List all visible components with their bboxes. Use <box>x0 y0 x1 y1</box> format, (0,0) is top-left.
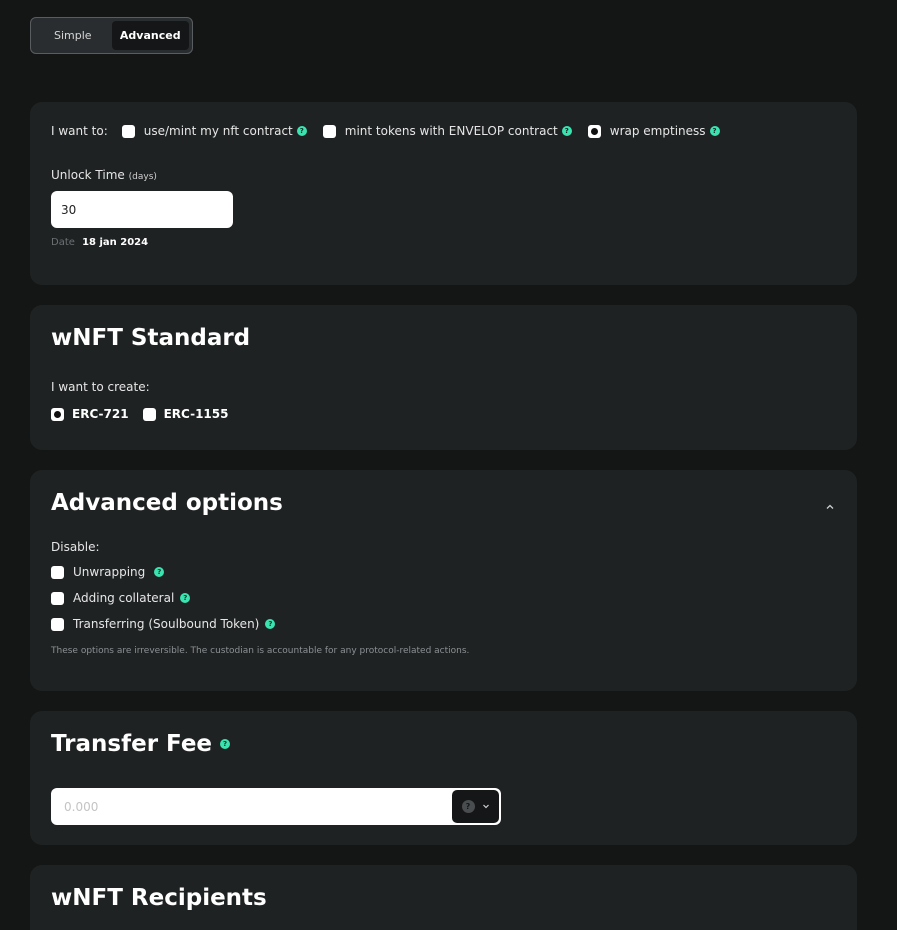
help-icon[interactable]: ? <box>296 126 307 136</box>
transfer-fee-title: Transfer Fee <box>51 731 213 757</box>
help-icon[interactable]: ? <box>265 619 276 629</box>
transfer-fee-title-row: Transfer Fee ? <box>51 731 231 757</box>
erc1155-radio[interactable] <box>142 407 156 421</box>
unwrapping-label: Unwrapping <box>73 565 146 579</box>
erc1155-label: ERC-1155 <box>163 407 229 421</box>
unwrapping-checkbox[interactable] <box>51 565 64 579</box>
chevron-down-icon <box>482 802 490 812</box>
standard-options: ERC-721 ERC-1155 <box>51 407 242 421</box>
help-icon[interactable]: ? <box>561 126 572 136</box>
wnft-recipients-title: wNFT Recipients <box>51 885 267 911</box>
transfer-fee-field: 0.000 ? <box>51 788 501 825</box>
wrap-options-row: I want to: use/mint my nft contract ? mi… <box>51 124 736 138</box>
help-icon[interactable]: ? <box>220 739 231 749</box>
help-icon[interactable]: ? <box>180 593 191 603</box>
option-use-mint[interactable]: use/mint my nft contract ? <box>121 124 307 138</box>
mode-simple-button[interactable]: Simple <box>34 21 112 50</box>
mode-toggle: Simple Advanced <box>30 17 193 54</box>
option-wrap-emptiness[interactable]: wrap emptiness ? <box>587 124 720 138</box>
date-value: 18 jan 2024 <box>82 237 149 248</box>
disable-label: Disable: <box>51 540 100 554</box>
unlock-time-label: Unlock Time (days) <box>51 168 157 182</box>
use-mint-checkbox[interactable] <box>121 124 135 138</box>
option-erc1155[interactable]: ERC-1155 <box>142 407 229 421</box>
wrap-emptiness-label: wrap emptiness <box>609 124 706 138</box>
option-mint-envelop[interactable]: mint tokens with ENVELOP contract ? <box>322 124 572 138</box>
disable-transferring[interactable]: Transferring (Soulbound Token) ? <box>51 617 276 631</box>
erc721-radio[interactable] <box>51 407 64 421</box>
transferring-checkbox[interactable] <box>51 617 64 631</box>
disable-unwrapping[interactable]: Unwrapping ? <box>51 565 165 579</box>
erc721-label: ERC-721 <box>72 407 129 421</box>
wrap-emptiness-radio[interactable] <box>587 124 601 138</box>
transfer-fee-card: Transfer Fee ? 0.000 ? <box>30 711 857 845</box>
unlock-time-text: Unlock Time <box>51 168 125 182</box>
option-erc721[interactable]: ERC-721 <box>51 407 129 421</box>
unlock-time-unit: (days) <box>128 172 157 182</box>
want-to-label: I want to: <box>51 124 108 138</box>
wrap-options-card: I want to: use/mint my nft contract ? mi… <box>30 102 857 285</box>
irreversible-note: These options are irreversible. The cust… <box>51 646 470 656</box>
adding-collateral-checkbox[interactable] <box>51 591 64 605</box>
token-select[interactable]: ? <box>452 790 499 823</box>
unlock-date: Date 18 jan 2024 <box>51 237 148 248</box>
disable-adding-collateral[interactable]: Adding collateral ? <box>51 591 191 605</box>
advanced-options-card: Advanced options Disable: Unwrapping ? A… <box>30 470 857 691</box>
mint-envelop-label: mint tokens with ENVELOP contract <box>344 124 558 138</box>
adding-collateral-label: Adding collateral <box>73 591 175 605</box>
mode-advanced-button[interactable]: Advanced <box>111 21 189 50</box>
wnft-recipients-card: wNFT Recipients <box>30 865 857 930</box>
chevron-up-icon[interactable] <box>825 502 835 512</box>
transferring-label: Transferring (Soulbound Token) <box>73 617 260 631</box>
transfer-fee-input[interactable]: 0.000 <box>51 800 452 814</box>
help-icon[interactable]: ? <box>154 567 165 577</box>
wnft-standard-card: wNFT Standard I want to create: ERC-721 … <box>30 305 857 450</box>
help-icon[interactable]: ? <box>709 126 720 136</box>
mint-envelop-checkbox[interactable] <box>322 124 336 138</box>
date-label: Date <box>51 237 75 248</box>
unlock-time-input[interactable] <box>51 191 233 228</box>
create-label: I want to create: <box>51 380 150 394</box>
unknown-token-icon: ? <box>461 800 475 813</box>
wnft-standard-title: wNFT Standard <box>51 325 251 351</box>
advanced-options-title: Advanced options <box>51 490 283 516</box>
use-mint-label: use/mint my nft contract <box>143 124 293 138</box>
